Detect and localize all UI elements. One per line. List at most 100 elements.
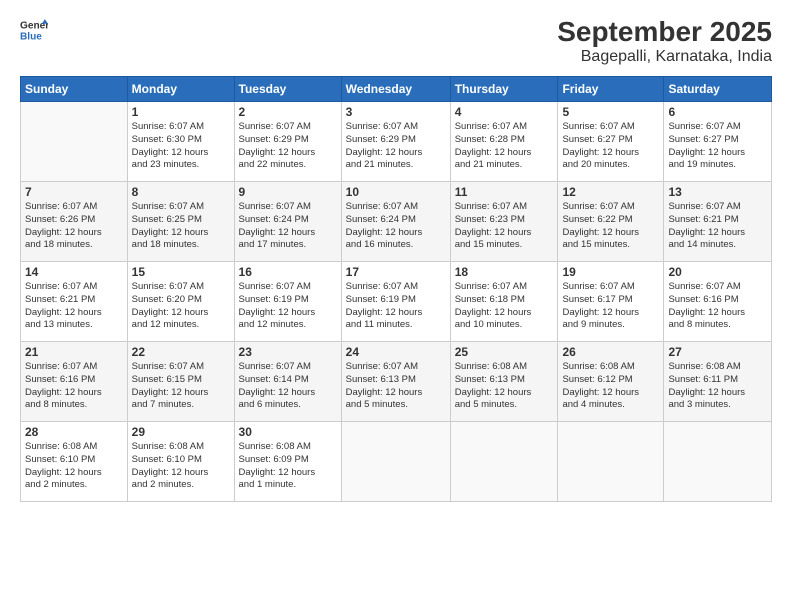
- day-info: Sunrise: 6:07 AMSunset: 6:29 PMDaylight:…: [239, 121, 337, 172]
- table-row: 29Sunrise: 6:08 AMSunset: 6:10 PMDayligh…: [127, 422, 234, 502]
- table-row: 8 Sunrise: 6:07 AMSunset: 6:25 PMDaylight…: [127, 182, 234, 262]
- day-info: Sunrise: 6:07 AMSunset: 6:24 PMDaylight:…: [239, 201, 337, 252]
- day-number: 19: [562, 265, 659, 279]
- table-row: 14 Sunrise: 6:07 AMSunset: 6:21 PMDayligh…: [21, 262, 128, 342]
- table-row: 15Sunrise: 6:07 AMSunset: 6:20 PMDayligh…: [127, 262, 234, 342]
- day-number: 3: [346, 105, 446, 119]
- day-number: 30: [239, 425, 337, 439]
- day-number: 8: [132, 185, 230, 199]
- table-row: 25Sunrise: 6:08 AMSunset: 6:13 PMDayligh…: [450, 342, 558, 422]
- logo: General Blue: [20, 16, 48, 44]
- day-info: Sunrise: 6:07 AMSunset: 6:22 PMDaylight:…: [562, 201, 659, 252]
- table-row: 3Sunrise: 6:07 AMSunset: 6:29 PMDaylight…: [341, 102, 450, 182]
- day-info: Sunrise: 6:07 AMSunset: 6:19 PMDaylight:…: [346, 281, 446, 332]
- logo-icon: General Blue: [20, 16, 48, 44]
- day-info: Sunrise: 6:07 AMSunset: 6:14 PMDaylight:…: [239, 361, 337, 412]
- svg-text:Blue: Blue: [20, 31, 42, 42]
- day-info: Sunrise: 6:07 AMSunset: 6:27 PMDaylight:…: [562, 121, 659, 172]
- day-info: Sunrise: 6:07 AMSunset: 6:18 PMDaylight:…: [455, 281, 554, 332]
- day-info: Sunrise: 6:07 AMSunset: 6:17 PMDaylight:…: [562, 281, 659, 332]
- col-thursday: Thursday: [450, 77, 558, 102]
- col-monday: Monday: [127, 77, 234, 102]
- table-row: 24 Sunrise: 6:07 AMSunset: 6:13 PMDayligh…: [341, 342, 450, 422]
- col-wednesday: Wednesday: [341, 77, 450, 102]
- day-number: 5: [562, 105, 659, 119]
- day-number: 7: [25, 185, 123, 199]
- col-tuesday: Tuesday: [234, 77, 341, 102]
- day-number: 2: [239, 105, 337, 119]
- day-number: 13: [668, 185, 767, 199]
- table-row: 9 Sunrise: 6:07 AMSunset: 6:24 PMDaylight…: [234, 182, 341, 262]
- calendar-week-row: 7 Sunrise: 6:07 AMSunset: 6:26 PMDaylight…: [21, 182, 772, 262]
- table-row: [341, 422, 450, 502]
- day-info: Sunrise: 6:08 AMSunset: 6:11 PMDaylight:…: [668, 361, 767, 412]
- day-number: 6: [668, 105, 767, 119]
- table-row: 11Sunrise: 6:07 AMSunset: 6:23 PMDayligh…: [450, 182, 558, 262]
- table-row: 26 Sunrise: 6:08 AMSunset: 6:12 PMDayligh…: [558, 342, 664, 422]
- calendar-table: Sunday Monday Tuesday Wednesday Thursday…: [20, 76, 772, 502]
- table-row: 22Sunrise: 6:07 AMSunset: 6:15 PMDayligh…: [127, 342, 234, 422]
- day-info: Sunrise: 6:08 AMSunset: 6:10 PMDaylight:…: [25, 441, 123, 492]
- title-block: September 2025 Bagepalli, Karnataka, Ind…: [557, 16, 772, 66]
- day-info: Sunrise: 6:07 AMSunset: 6:19 PMDaylight:…: [239, 281, 337, 332]
- table-row: 7 Sunrise: 6:07 AMSunset: 6:26 PMDaylight…: [21, 182, 128, 262]
- day-info: Sunrise: 6:08 AMSunset: 6:12 PMDaylight:…: [562, 361, 659, 412]
- day-info: Sunrise: 6:08 AMSunset: 6:09 PMDaylight:…: [239, 441, 337, 492]
- calendar-week-row: 14 Sunrise: 6:07 AMSunset: 6:21 PMDayligh…: [21, 262, 772, 342]
- table-row: 17 Sunrise: 6:07 AMSunset: 6:19 PMDayligh…: [341, 262, 450, 342]
- day-number: 12: [562, 185, 659, 199]
- table-row: [21, 102, 128, 182]
- day-number: 29: [132, 425, 230, 439]
- day-number: 17: [346, 265, 446, 279]
- table-row: 16 Sunrise: 6:07 AMSunset: 6:19 PMDayligh…: [234, 262, 341, 342]
- table-row: [450, 422, 558, 502]
- day-number: 24: [346, 345, 446, 359]
- calendar-week-row: 21Sunrise: 6:07 AMSunset: 6:16 PMDayligh…: [21, 342, 772, 422]
- table-row: [558, 422, 664, 502]
- calendar-week-row: 1 Sunrise: 6:07 AMSunset: 6:30 PMDaylight…: [21, 102, 772, 182]
- day-info: Sunrise: 6:07 AMSunset: 6:25 PMDaylight:…: [132, 201, 230, 252]
- table-row: 6 Sunrise: 6:07 AMSunset: 6:27 PMDaylight…: [664, 102, 772, 182]
- table-row: 5 Sunrise: 6:07 AMSunset: 6:27 PMDaylight…: [558, 102, 664, 182]
- day-number: 14: [25, 265, 123, 279]
- day-number: 16: [239, 265, 337, 279]
- month-title: September 2025: [557, 16, 772, 48]
- day-info: Sunrise: 6:07 AMSunset: 6:21 PMDaylight:…: [25, 281, 123, 332]
- col-saturday: Saturday: [664, 77, 772, 102]
- day-info: Sunrise: 6:07 AMSunset: 6:15 PMDaylight:…: [132, 361, 230, 412]
- day-info: Sunrise: 6:07 AMSunset: 6:26 PMDaylight:…: [25, 201, 123, 252]
- day-info: Sunrise: 6:07 AMSunset: 6:16 PMDaylight:…: [668, 281, 767, 332]
- day-info: Sunrise: 6:07 AMSunset: 6:28 PMDaylight:…: [455, 121, 554, 172]
- table-row: [664, 422, 772, 502]
- day-info: Sunrise: 6:07 AMSunset: 6:13 PMDaylight:…: [346, 361, 446, 412]
- table-row: 18Sunrise: 6:07 AMSunset: 6:18 PMDayligh…: [450, 262, 558, 342]
- day-number: 9: [239, 185, 337, 199]
- day-number: 28: [25, 425, 123, 439]
- day-info: Sunrise: 6:07 AMSunset: 6:27 PMDaylight:…: [668, 121, 767, 172]
- day-number: 21: [25, 345, 123, 359]
- day-info: Sunrise: 6:07 AMSunset: 6:24 PMDaylight:…: [346, 201, 446, 252]
- table-row: 20 Sunrise: 6:07 AMSunset: 6:16 PMDayligh…: [664, 262, 772, 342]
- day-number: 11: [455, 185, 554, 199]
- day-number: 20: [668, 265, 767, 279]
- day-number: 26: [562, 345, 659, 359]
- day-number: 23: [239, 345, 337, 359]
- table-row: 13 Sunrise: 6:07 AMSunset: 6:21 PMDayligh…: [664, 182, 772, 262]
- day-info: Sunrise: 6:07 AMSunset: 6:30 PMDaylight:…: [132, 121, 230, 172]
- day-info: Sunrise: 6:07 AMSunset: 6:20 PMDaylight:…: [132, 281, 230, 332]
- page-header: General Blue September 2025 Bagepalli, K…: [20, 16, 772, 66]
- col-sunday: Sunday: [21, 77, 128, 102]
- table-row: 23 Sunrise: 6:07 AMSunset: 6:14 PMDayligh…: [234, 342, 341, 422]
- table-row: 2 Sunrise: 6:07 AMSunset: 6:29 PMDaylight…: [234, 102, 341, 182]
- day-number: 25: [455, 345, 554, 359]
- day-number: 27: [668, 345, 767, 359]
- location-subtitle: Bagepalli, Karnataka, India: [557, 48, 772, 66]
- day-number: 10: [346, 185, 446, 199]
- table-row: 27 Sunrise: 6:08 AMSunset: 6:11 PMDayligh…: [664, 342, 772, 422]
- day-number: 1: [132, 105, 230, 119]
- day-info: Sunrise: 6:07 AMSunset: 6:21 PMDaylight:…: [668, 201, 767, 252]
- table-row: 10 Sunrise: 6:07 AMSunset: 6:24 PMDayligh…: [341, 182, 450, 262]
- table-row: 19 Sunrise: 6:07 AMSunset: 6:17 PMDayligh…: [558, 262, 664, 342]
- day-number: 4: [455, 105, 554, 119]
- calendar-week-row: 28 Sunrise: 6:08 AMSunset: 6:10 PMDayligh…: [21, 422, 772, 502]
